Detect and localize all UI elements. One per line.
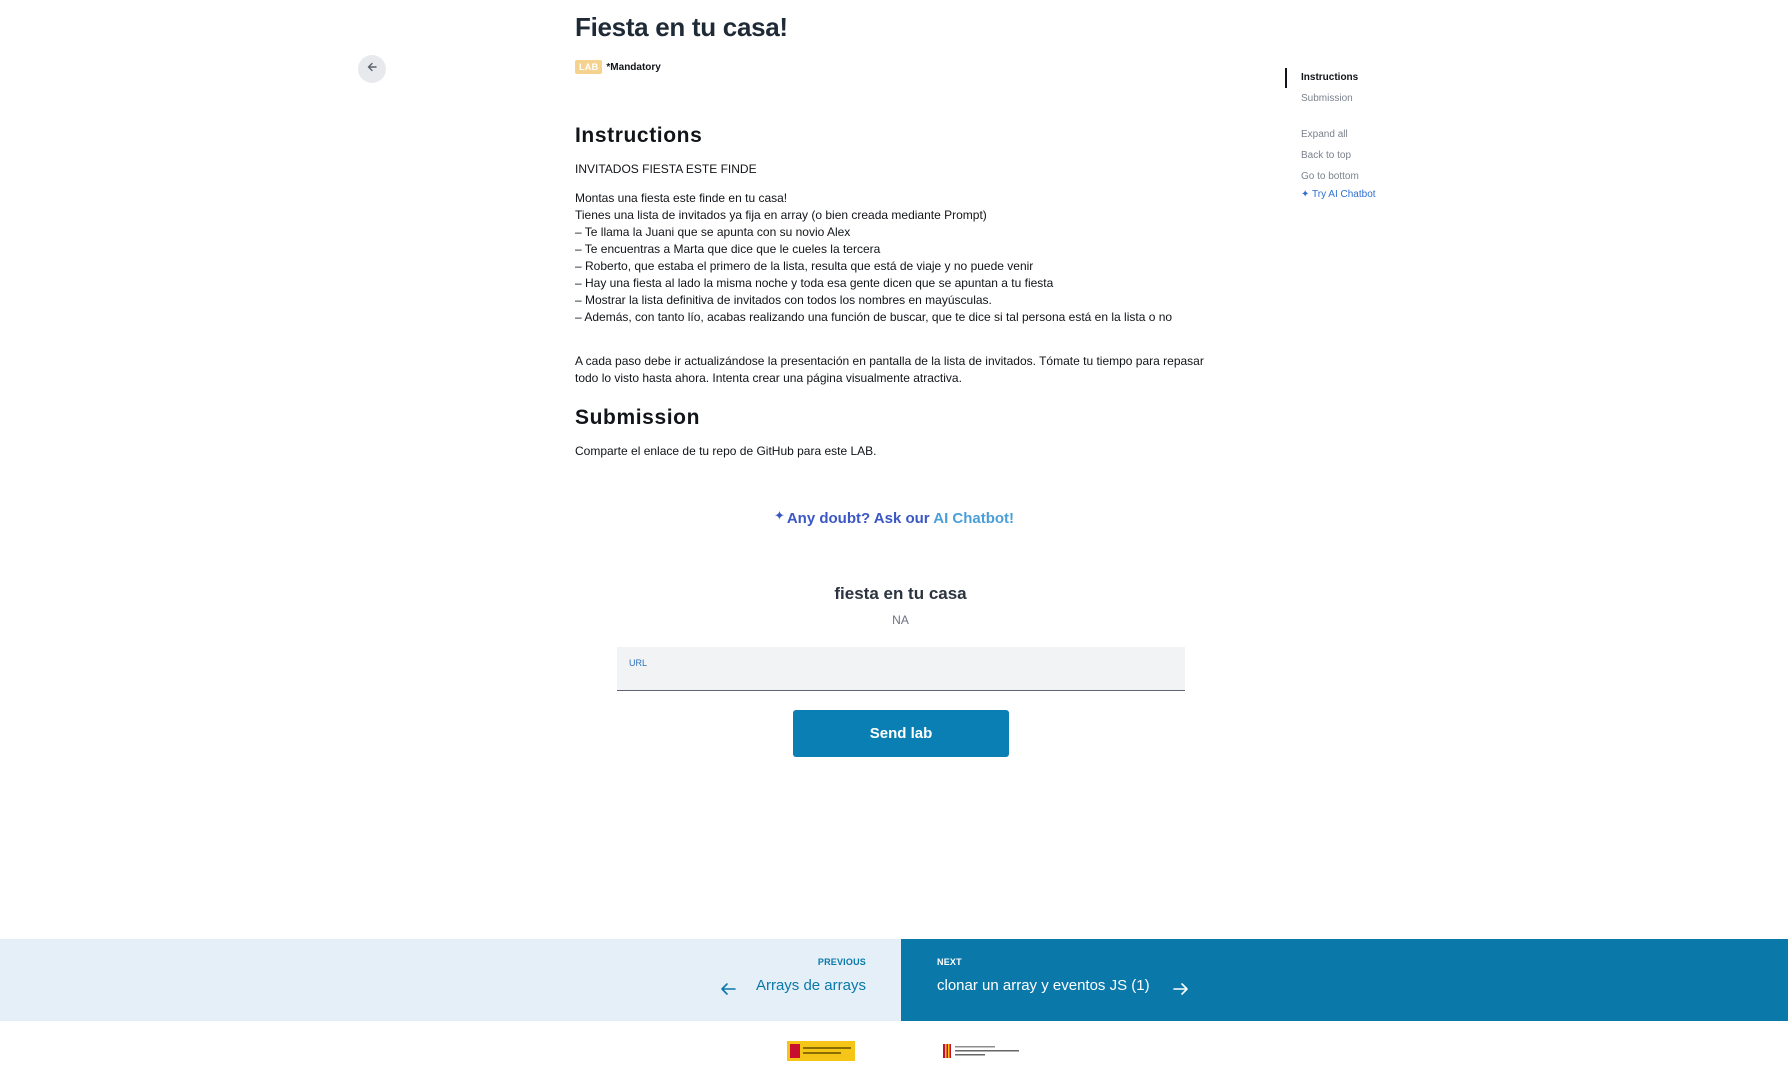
previous-title: Arrays de arrays: [755, 977, 866, 994]
regional-government-logo: [943, 1041, 1021, 1061]
ai-chatbot-link[interactable]: ✦ Any doubt? Ask our AI Chatbot!: [0, 508, 1788, 527]
send-lab-button[interactable]: Send lab: [793, 710, 1009, 757]
instructions-heading: Instructions: [575, 124, 703, 147]
arrow-right-icon: [1173, 982, 1189, 1001]
instruction-line: – Te llama la Juani que se apunta con su…: [575, 225, 851, 239]
form-title: fiesta en tu casa: [834, 584, 967, 603]
instruction-line: Tienes una lista de invitados ya fija en…: [575, 208, 987, 222]
back-button[interactable]: [358, 55, 386, 83]
submission-heading: Submission: [575, 406, 701, 429]
next-lesson-link[interactable]: NEXT clonar un array y eventos JS (1): [901, 939, 1788, 1021]
sparkle-icon: ✦: [773, 508, 785, 523]
instruction-line: Montas una fiesta este finde en tu casa!: [575, 191, 788, 205]
next-label: NEXT: [937, 957, 962, 967]
instructions-subtitle: INVITADOS FIESTA ESTE FINDE: [575, 162, 757, 176]
url-label: URL: [629, 658, 648, 668]
instructions-list: Montas una fiesta este finde en tu casa!…: [575, 190, 1205, 326]
instructions-closing: A cada paso debe ir actualizándose la pr…: [575, 354, 1204, 385]
url-field[interactable]: URL: [617, 647, 1185, 691]
government-logo: [787, 1041, 855, 1061]
toc-try-chatbot-label: Try AI Chatbot: [1312, 189, 1376, 200]
previous-label: PREVIOUS: [817, 957, 866, 967]
toc-item-instructions[interactable]: Instructions: [1301, 72, 1358, 83]
grade-status: NA: [892, 613, 909, 627]
instruction-line: – Además, con tanto lío, acabas realizan…: [575, 310, 1173, 324]
tag-row: LAB *Mandatory: [575, 60, 661, 74]
arrow-left-icon: [720, 982, 736, 1001]
sparkle-icon: ✦: [1301, 189, 1310, 200]
toc-go-to-bottom[interactable]: Go to bottom: [1301, 171, 1359, 182]
submission-text: Comparte el enlace de tu repo de GitHub …: [575, 444, 877, 458]
page-title: Fiesta en tu casa!: [575, 12, 788, 42]
instruction-line: – Hay una fiesta al lado la misma noche …: [575, 276, 1054, 290]
mandatory-label: *Mandatory: [606, 61, 661, 73]
ai-cta-highlight: AI Chatbot!: [933, 510, 1015, 527]
toc-item-submission[interactable]: Submission: [1301, 93, 1353, 104]
instruction-line: – Roberto, que estaba el primero de la l…: [575, 259, 1034, 273]
previous-lesson-link[interactable]: PREVIOUS Arrays de arrays: [0, 939, 901, 1021]
toc-back-to-top[interactable]: Back to top: [1301, 150, 1351, 161]
toc-try-chatbot[interactable]: ✦ Try AI Chatbot: [1301, 189, 1376, 200]
toc-active-indicator: [1285, 68, 1287, 88]
toc-expand-all[interactable]: Expand all: [1301, 129, 1348, 140]
instruction-line: – Mostrar la lista definitiva de invitad…: [575, 293, 992, 307]
url-input[interactable]: [629, 669, 1173, 689]
arrow-left-icon: [366, 60, 378, 78]
next-title: clonar un array y eventos JS (1): [937, 977, 1150, 994]
lab-badge: LAB: [575, 60, 603, 74]
ai-cta-prefix: Any doubt? Ask our: [786, 510, 934, 527]
instruction-line: – Te encuentras a Marta que dice que le …: [575, 242, 881, 256]
